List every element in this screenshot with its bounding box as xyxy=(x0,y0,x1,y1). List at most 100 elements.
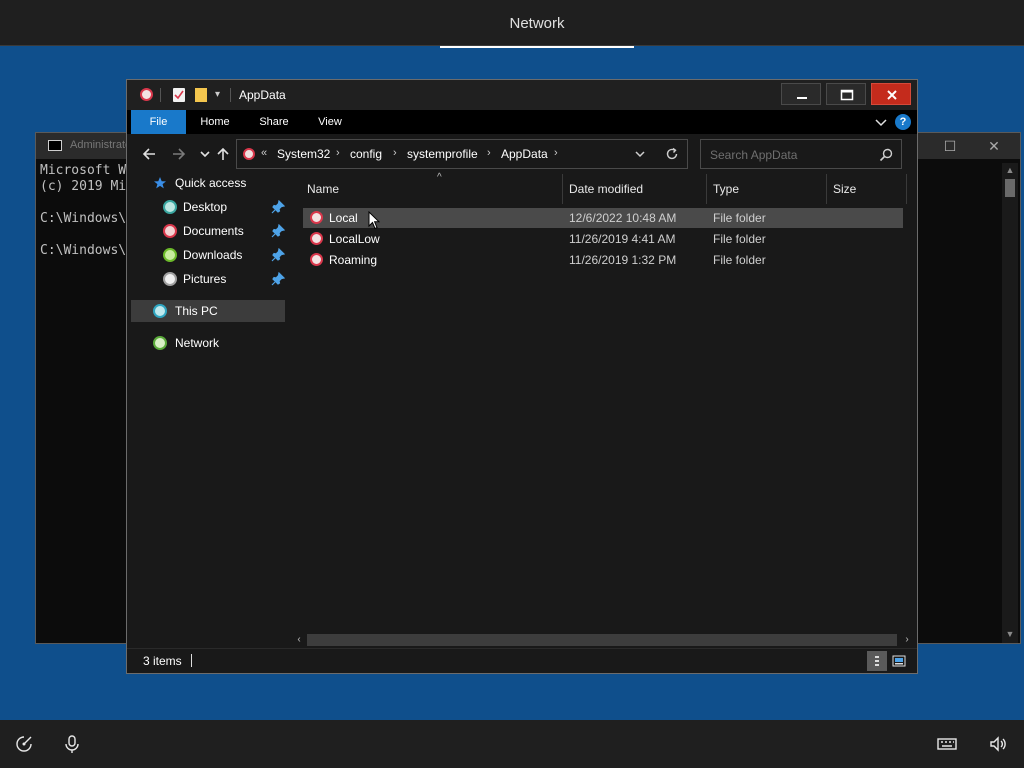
details-view-icon xyxy=(875,656,879,666)
recent-locations-button[interactable] xyxy=(197,146,210,162)
scroll-thumb[interactable] xyxy=(307,634,897,646)
navigation-bar: « System32 › config › systemprofile › Ap… xyxy=(127,134,917,174)
large-icons-view-button[interactable] xyxy=(889,651,909,671)
this-pc-icon xyxy=(153,304,167,318)
chevron-down-icon xyxy=(635,151,645,158)
ease-of-access-icon[interactable] xyxy=(14,734,34,754)
refresh-button[interactable] xyxy=(665,147,679,161)
column-header-date-modified[interactable]: Date modified xyxy=(563,174,707,204)
table-row[interactable]: Roaming 11/26/2019 1:32 PM File folder xyxy=(303,250,903,270)
table-row[interactable]: Local 12/6/2022 10:48 AM File folder xyxy=(303,208,903,228)
breadcrumb-systemprofile[interactable]: systemprofile xyxy=(407,147,478,161)
search-input[interactable]: Search AppData xyxy=(710,148,797,162)
back-button[interactable] xyxy=(141,146,157,162)
pin-icon[interactable] xyxy=(271,248,285,262)
pin-icon[interactable] xyxy=(271,200,285,214)
sort-ascending-icon: ^ xyxy=(437,172,442,183)
column-header-size[interactable]: Size xyxy=(827,174,907,204)
file-explorer-window[interactable]: ▾ AppData File Home Share View ? « Syste… xyxy=(126,79,918,674)
expand-ribbon-icon[interactable] xyxy=(873,114,889,130)
up-button[interactable] xyxy=(215,146,231,162)
cmd-close-button[interactable]: ✕ xyxy=(984,137,1004,155)
tab-view[interactable]: View xyxy=(307,110,353,134)
file-date: 11/26/2019 4:41 AM xyxy=(569,232,676,246)
breadcrumb-separator-icon[interactable]: › xyxy=(336,147,340,159)
maximize-button[interactable] xyxy=(826,83,866,105)
documents-icon xyxy=(163,224,177,238)
scroll-right-icon[interactable]: › xyxy=(901,634,913,646)
customize-qat-icon[interactable]: ▾ xyxy=(215,89,220,100)
keyboard-icon[interactable] xyxy=(937,734,957,754)
tab-home[interactable]: Home xyxy=(191,110,239,134)
file-name: Local xyxy=(329,211,358,225)
window-title: AppData xyxy=(239,88,286,102)
folder-icon xyxy=(310,232,323,245)
details-view-button[interactable] xyxy=(867,651,887,671)
breadcrumb-system32[interactable]: System32 xyxy=(277,147,330,161)
chevron-down-icon xyxy=(200,151,210,158)
column-header-type[interactable]: Type xyxy=(707,174,827,204)
forward-button[interactable] xyxy=(171,146,187,162)
file-date: 11/26/2019 1:32 PM xyxy=(569,253,677,267)
cmd-maximize-button[interactable]: ☐ xyxy=(940,137,960,155)
volume-icon[interactable] xyxy=(988,734,1008,754)
network-tab[interactable]: Network xyxy=(440,0,634,48)
oobe-bottom-bar xyxy=(0,720,1024,768)
pin-icon[interactable] xyxy=(271,224,285,238)
breadcrumb-separator-icon[interactable]: › xyxy=(554,147,558,159)
nav-item-pictures[interactable]: Pictures xyxy=(131,268,285,290)
cmd-scroll-thumb[interactable] xyxy=(1005,179,1015,197)
folder-location-icon xyxy=(243,148,255,160)
file-list: Name ^ Date modified Type Size Local 12/… xyxy=(289,172,917,644)
breadcrumb-separator-icon[interactable]: › xyxy=(393,147,397,159)
breadcrumb-separator-icon[interactable]: › xyxy=(487,147,491,159)
folder-app-icon xyxy=(140,88,153,101)
breadcrumb-overflow[interactable]: « xyxy=(261,147,267,159)
arrow-left-icon xyxy=(142,148,155,160)
table-row[interactable]: LocalLow 11/26/2019 4:41 AM File folder xyxy=(303,229,903,249)
nav-item-quick-access[interactable]: Quick access xyxy=(131,172,285,194)
scroll-left-icon[interactable]: ‹ xyxy=(293,634,305,646)
close-icon xyxy=(887,90,897,100)
nav-item-documents[interactable]: Documents xyxy=(131,220,285,242)
cmd-scrollbar[interactable]: ▲ ▼ xyxy=(1002,163,1018,643)
divider xyxy=(230,88,231,102)
refresh-icon xyxy=(666,147,678,160)
address-bar[interactable]: « System32 › config › systemprofile › Ap… xyxy=(236,139,688,169)
file-type: File folder xyxy=(713,211,766,225)
large-icons-view-icon xyxy=(892,655,906,667)
file-type: File folder xyxy=(713,232,766,246)
new-folder-icon[interactable] xyxy=(195,88,207,102)
column-header-name[interactable]: Name ^ xyxy=(301,172,563,204)
properties-icon[interactable] xyxy=(173,88,185,102)
oobe-header: Network xyxy=(0,0,1024,48)
microphone-icon[interactable] xyxy=(62,734,82,754)
pictures-icon xyxy=(163,272,177,286)
minimize-button[interactable] xyxy=(781,83,821,105)
explorer-titlebar[interactable]: ▾ AppData xyxy=(127,80,917,110)
cmd-scroll-up-icon[interactable]: ▲ xyxy=(1005,165,1015,175)
pin-icon[interactable] xyxy=(271,272,285,286)
close-button[interactable] xyxy=(871,83,911,105)
nav-item-desktop[interactable]: Desktop xyxy=(131,196,285,218)
nav-item-this-pc[interactable]: This PC xyxy=(131,300,285,322)
address-history-button[interactable] xyxy=(633,147,647,161)
tab-file[interactable]: File xyxy=(131,110,186,134)
cmd-scroll-down-icon[interactable]: ▼ xyxy=(1005,629,1015,639)
minimize-icon xyxy=(797,97,807,99)
search-box[interactable]: Search AppData xyxy=(700,139,902,169)
divider xyxy=(160,88,161,102)
nav-item-downloads[interactable]: Downloads xyxy=(131,244,285,266)
star-icon xyxy=(154,177,166,189)
breadcrumb-appdata[interactable]: AppData xyxy=(501,147,548,161)
tab-share[interactable]: Share xyxy=(249,110,299,134)
horizontal-scrollbar[interactable]: ‹ › xyxy=(289,632,917,648)
file-name: Roaming xyxy=(329,253,378,267)
maximize-icon xyxy=(840,89,854,101)
status-bar: 3 items xyxy=(127,648,917,673)
breadcrumb-config[interactable]: config xyxy=(350,147,382,161)
nav-item-network[interactable]: Network xyxy=(131,332,285,354)
help-icon[interactable]: ? xyxy=(895,114,911,130)
folder-icon xyxy=(310,253,323,266)
search-icon[interactable] xyxy=(879,148,893,162)
